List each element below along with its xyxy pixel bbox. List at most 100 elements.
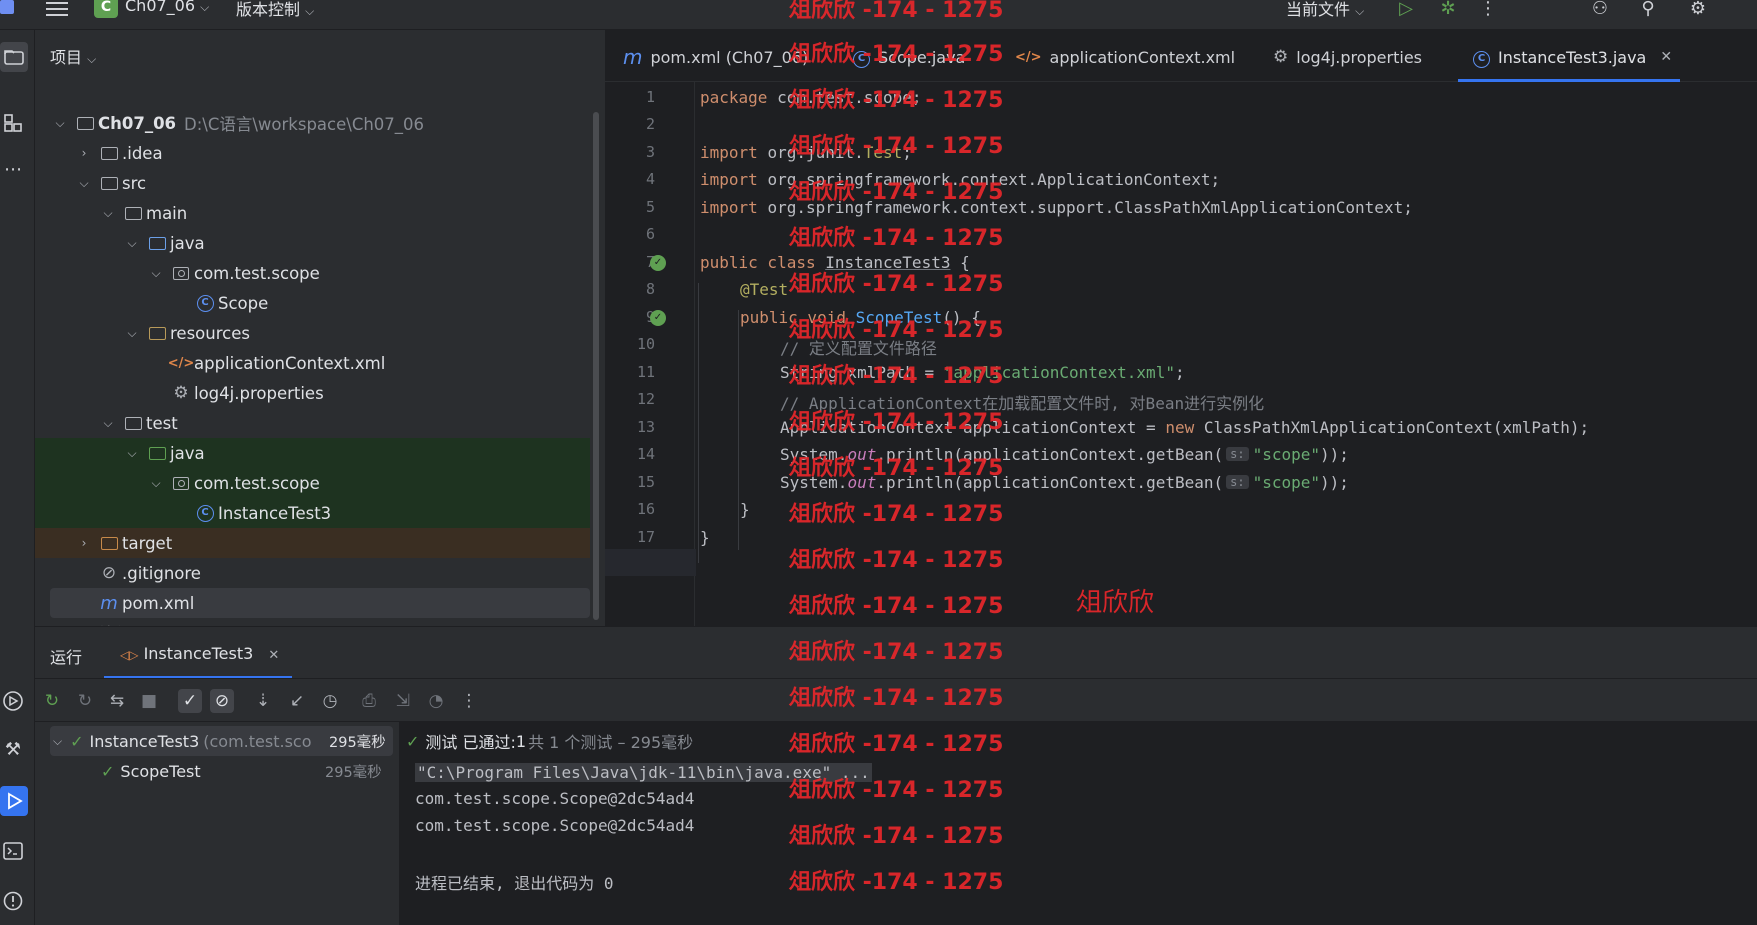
run-icon[interactable]: ▷ [1394, 0, 1418, 22]
tab-instancetest3-java[interactable]: C InstanceTest3.java ✕ [1473, 46, 1672, 68]
tree-item-test-java[interactable]: ⌵ java [35, 438, 590, 468]
tree-item-scope[interactable]: C Scope [35, 288, 590, 318]
gear-icon: ⚙ [173, 383, 189, 403]
code-line-17: } [700, 528, 710, 547]
show-passed-icon[interactable]: ✓ [178, 689, 202, 713]
tab-scope-java[interactable]: C Scope.java [853, 46, 965, 68]
camera-icon[interactable]: ⎙ [357, 689, 381, 713]
tree-item-test-package[interactable]: ⌵ com.test.scope [35, 468, 590, 498]
chevron-down-icon[interactable]: ⌵ [125, 446, 139, 461]
console-output[interactable]: ✓ 测试 已通过: 1 共 1 个测试 – 295毫秒 "C:\Program … [400, 722, 1757, 925]
run-tab-instancetest3[interactable]: ◁▷ InstanceTest3 ✕ [120, 644, 279, 663]
chevron-down-icon[interactable]: ⌵ [101, 206, 115, 221]
close-icon[interactable]: ✕ [268, 648, 279, 663]
sort-icon[interactable]: ⇣ [251, 689, 275, 713]
project-panel-header[interactable]: 项目 ⌵ [50, 44, 96, 68]
show-ignored-icon[interactable]: ⊘ [210, 689, 234, 713]
coverage-icon[interactable]: ◔ [424, 689, 448, 713]
code-line-14: System.out.println(applicationContext.ge… [780, 445, 1349, 464]
chevron-down-icon[interactable]: ⌵ [53, 116, 67, 131]
stop-icon[interactable]: ■ [137, 689, 161, 713]
project-folder-icon[interactable] [0, 42, 28, 72]
resources-folder-icon [147, 324, 167, 342]
tree-item-gitignore[interactable]: ⊘ .gitignore [35, 558, 590, 588]
source-folder-icon [147, 234, 167, 252]
class-icon: C [853, 46, 870, 68]
tab-log4j-properties[interactable]: ⚙ log4j.properties [1273, 46, 1422, 68]
line-number: 15 [636, 473, 655, 491]
test-results-tree: ⌵ ✓ InstanceTest3 (com.test.sco 295毫秒 ✓ … [35, 722, 400, 925]
chevron-down-icon[interactable]: ⌵ [125, 236, 139, 251]
chevron-down-icon[interactable]: ⌵ [53, 734, 62, 749]
tree-item-target[interactable]: › target [35, 528, 590, 558]
test-row-instancetest3[interactable]: ⌵ ✓ InstanceTest3 (com.test.sco 295毫秒 [53, 726, 393, 756]
chevron-down-icon[interactable]: ⌵ [149, 476, 163, 491]
line-number: 2 [645, 115, 655, 133]
collapse-icon[interactable]: ↙ [285, 689, 309, 713]
tree-item-main-package[interactable]: ⌵ com.test.scope [35, 258, 590, 288]
more-icon[interactable]: ⋮ [457, 689, 481, 713]
settings-gear-icon[interactable]: ⚙ [1686, 0, 1710, 22]
more-tools-icon[interactable]: ⋯ [0, 156, 26, 182]
project-scrollbar[interactable] [593, 112, 599, 620]
tree-item-applicationcontext[interactable]: </> applicationContext.xml [35, 348, 590, 378]
import-icon[interactable]: ⇲ [391, 689, 415, 713]
run-config-selector[interactable]: 当前文件 ⌵ [1286, 0, 1364, 20]
tab-applicationcontext-xml[interactable]: </> applicationContext.xml [1015, 46, 1235, 68]
tree-item-test[interactable]: ⌵ test [35, 408, 590, 438]
tree-item-ch07-06[interactable]: ⌵ Ch07_06 D:\C语言\workspace\Ch07_06 [35, 108, 590, 138]
tree-item-log4j[interactable]: ⚙ log4j.properties [35, 378, 590, 408]
tab-pom-xml[interactable]: m pom.xml (Ch07_06) [623, 45, 808, 69]
toggle-auto-test-icon[interactable]: ⇆ [105, 689, 129, 713]
folder-icon [99, 174, 119, 192]
add-user-icon[interactable]: ⚇ [1588, 0, 1612, 22]
tree-item-pom[interactable]: m pom.xml [50, 588, 590, 618]
terminal-icon[interactable] [0, 838, 26, 864]
run-panel-header: 运行 ◁▷ InstanceTest3 ✕ [35, 626, 1757, 679]
tree-item-main-java[interactable]: ⌵ java [35, 228, 590, 258]
rerun-failed-icon[interactable]: ↻ [73, 689, 97, 713]
more-icon[interactable]: ⋮ [1476, 0, 1500, 22]
build-hammer-icon[interactable]: ⚒ [0, 736, 26, 762]
xml-icon: </> [1015, 49, 1042, 65]
indent-guide [738, 310, 739, 550]
run-test-class-icon[interactable]: ✓ [650, 255, 666, 271]
test-status-bar: ✓ 测试 已通过: 1 共 1 个测试 – 295毫秒 [406, 731, 694, 753]
chevron-right-icon[interactable]: › [77, 536, 91, 550]
project-switcher[interactable]: Ch07_06 ⌵ [125, 0, 209, 15]
structure-icon[interactable] [0, 110, 26, 136]
class-icon: C [195, 294, 215, 312]
vcs-menu[interactable]: 版本控制 ⌵ [236, 0, 314, 20]
run-test-method-icon[interactable]: ✓ [650, 310, 666, 326]
run-panel-title: 运行 [50, 648, 83, 667]
code-editor[interactable]: package com.test.scope; import org.junit… [696, 82, 1757, 626]
test-row-scopetest[interactable]: ✓ ScopeTest 295毫秒 [101, 756, 391, 786]
chevron-down-icon[interactable]: ⌵ [77, 176, 91, 191]
main-menu-icon[interactable] [46, 2, 68, 16]
problems-icon[interactable] [0, 888, 26, 914]
chevron-right-icon[interactable]: › [77, 146, 91, 160]
chevron-down-icon[interactable]: ⌵ [125, 326, 139, 341]
debug-icon[interactable]: ✲ [1436, 0, 1460, 22]
close-icon[interactable]: ✕ [1660, 49, 1672, 65]
chevron-down-icon[interactable]: ⌵ [101, 416, 115, 431]
tree-item-main[interactable]: ⌵ main [35, 198, 590, 228]
history-icon[interactable]: ◷ [318, 689, 342, 713]
test-duration: 295毫秒 [325, 730, 386, 752]
parameter-hint: s: [1226, 475, 1249, 489]
code-line-7: public class InstanceTest3 { [700, 253, 970, 272]
tree-item-instancetest3[interactable]: C InstanceTest3 [35, 498, 590, 528]
project-badge[interactable]: C [94, 0, 118, 18]
tree-item-idea[interactable]: › .idea [35, 138, 590, 168]
search-icon[interactable]: ⚲ [1636, 0, 1660, 22]
line-number: 11 [636, 363, 655, 381]
ignored-file-icon: ⊘ [101, 563, 117, 583]
run-window-icon[interactable] [0, 786, 28, 816]
tree-item-resources[interactable]: ⌵ resources [35, 318, 590, 348]
chevron-down-icon[interactable]: ⌵ [149, 266, 163, 281]
tree-item-src[interactable]: ⌵ src [35, 168, 590, 198]
console-line: com.test.scope.Scope@2dc54ad4 [415, 816, 695, 835]
line-number: 16 [636, 500, 655, 518]
rerun-icon[interactable]: ↻ [40, 689, 64, 713]
services-icon[interactable] [0, 688, 26, 714]
